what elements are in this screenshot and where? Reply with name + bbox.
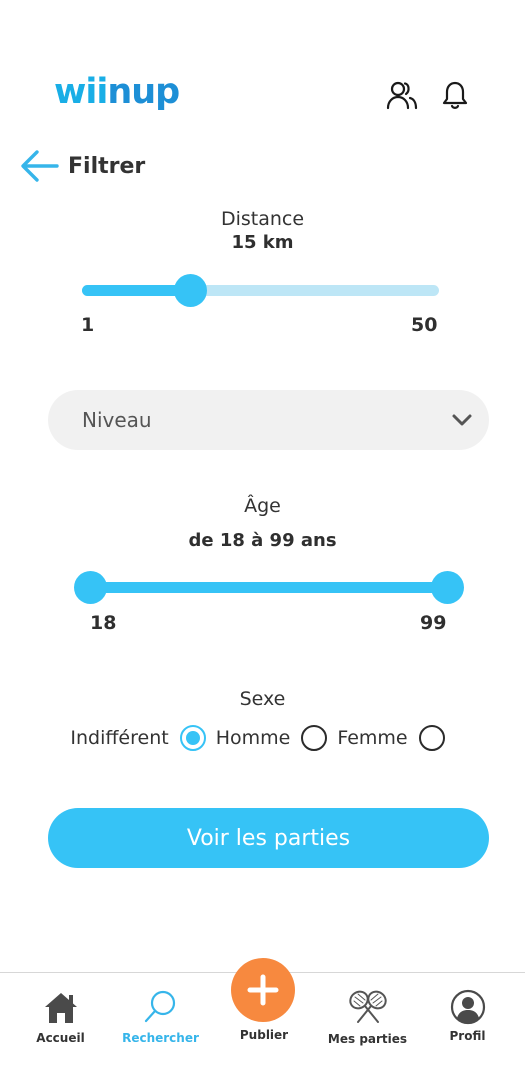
age-track[interactable]	[90, 582, 447, 593]
distance-min: 1	[81, 314, 95, 336]
gender-radio-homme[interactable]	[301, 725, 328, 751]
distance-thumb[interactable]	[174, 274, 207, 307]
gender-radio-group: Indifférent Homme Femme	[0, 725, 525, 751]
app-logo: wiinup	[54, 72, 180, 112]
age-max-thumb[interactable]	[431, 571, 464, 604]
gender-option-label: Indifférent	[70, 727, 169, 749]
distance-label: Distance	[220, 208, 305, 230]
age-min-thumb[interactable]	[74, 571, 107, 604]
nav-item-search[interactable]: Rechercher	[108, 987, 213, 1045]
rackets-icon	[348, 990, 387, 1023]
search-icon	[144, 990, 175, 1023]
age-label: Âge	[244, 495, 281, 517]
gender-option-label: Femme	[337, 727, 408, 749]
users-icon[interactable]	[385, 78, 419, 112]
nav-label: Mes parties	[327, 1032, 408, 1046]
profile-icon	[450, 989, 485, 1025]
home-icon	[44, 993, 77, 1023]
nav-item-my-games[interactable]: Mes parties	[315, 987, 420, 1046]
back-button[interactable]	[20, 148, 60, 184]
distance-value: 15 km	[231, 232, 294, 253]
age-max: 99	[420, 612, 447, 634]
age-min: 18	[90, 612, 117, 634]
arrow-left-icon	[21, 150, 59, 182]
logo-part-2: nup	[107, 72, 180, 112]
gender-radio-femme[interactable]	[418, 725, 445, 751]
bell-icon[interactable]	[438, 78, 472, 112]
plus-icon	[247, 974, 279, 1006]
chevron-down-icon	[452, 414, 472, 426]
nav-label: Rechercher	[122, 1031, 199, 1045]
nav-label: Publier	[239, 1028, 289, 1042]
logo-part-1: wii	[54, 72, 108, 112]
age-value: de 18 à 99 ans	[188, 530, 337, 551]
publish-button[interactable]	[231, 958, 295, 1022]
gender-radio-indifferent[interactable]	[179, 725, 206, 751]
gender-option-label: Homme	[215, 727, 291, 749]
level-select[interactable]: Niveau	[48, 390, 489, 450]
nav-item-profile[interactable]: Profil	[415, 987, 520, 1043]
distance-max: 50	[411, 314, 438, 336]
level-select-label: Niveau	[82, 408, 152, 432]
nav-label: Profil	[449, 1029, 486, 1043]
nav-item-home[interactable]: Accueil	[8, 987, 113, 1045]
nav-label: Accueil	[36, 1031, 85, 1045]
gender-label: Sexe	[239, 688, 286, 710]
page-title: Filtrer	[68, 154, 146, 179]
see-games-button[interactable]: Voir les parties	[48, 808, 489, 868]
